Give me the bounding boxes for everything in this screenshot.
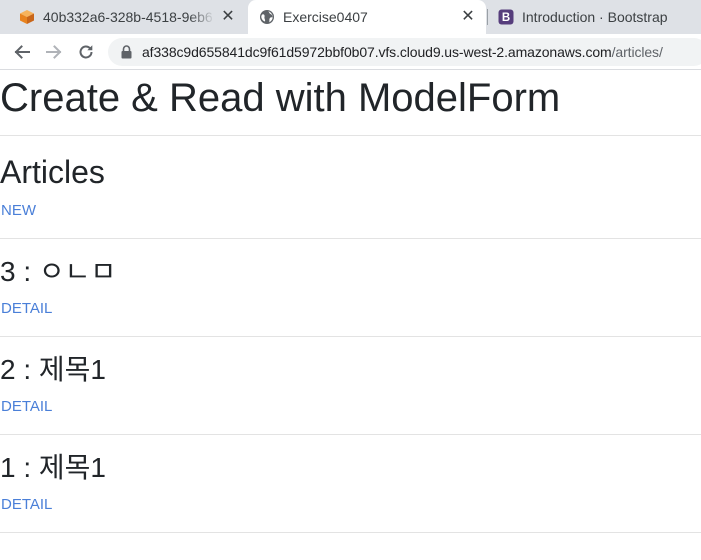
detail-link-2[interactable]: DETAIL [1, 398, 52, 416]
url-text[interactable]: af338c9d655841dc9f61d5972bbf0b07.vfs.clo… [142, 44, 663, 60]
close-icon[interactable]: ✕ [460, 9, 476, 25]
url-path: /articles/ [611, 44, 663, 60]
close-icon[interactable]: ✕ [220, 9, 236, 25]
forward-arrow-icon[interactable] [42, 41, 66, 63]
section-title: Articles [0, 154, 105, 190]
tab-title: Introduction · Bootstrap [522, 9, 668, 25]
lock-icon [120, 45, 132, 59]
tab-title: Exercise0407 [283, 9, 368, 25]
new-article-link[interactable]: NEW [1, 202, 36, 220]
address-bar[interactable]: af338c9d655841dc9f61d5972bbf0b07.vfs.clo… [108, 38, 701, 66]
divider [0, 434, 701, 435]
divider [0, 135, 701, 136]
page-content: Create & Read with ModelForm Articles NE… [0, 70, 701, 560]
detail-link-3[interactable]: DETAIL [1, 300, 52, 318]
url-host: af338c9d655841dc9f61d5972bbf0b07.vfs.clo… [142, 44, 612, 60]
detail-link-1[interactable]: DETAIL [1, 496, 52, 514]
page-title: Create & Read with ModelForm [0, 76, 561, 120]
browser-toolbar: af338c9d655841dc9f61d5972bbf0b07.vfs.clo… [0, 34, 701, 70]
article-title-1: 1 : 제목1 [0, 452, 107, 483]
cube-icon [19, 9, 35, 25]
browser-tab-bootstrap[interactable]: B Introduction · Bootstrap [488, 0, 701, 34]
tab-title: 40b332a6-328b-4518-9eb6 [43, 9, 213, 25]
tab-strip: 40b332a6-328b-4518-9eb6 ✕ Exercise0407 ✕… [0, 0, 701, 34]
divider [0, 336, 701, 337]
divider [0, 532, 701, 533]
article-title-3: 3 : ㅇㄴㅁ [0, 256, 117, 287]
bootstrap-icon: B [498, 9, 514, 25]
divider [0, 238, 701, 239]
globe-icon [259, 9, 275, 25]
article-title-2: 2 : 제목1 [0, 354, 107, 385]
back-arrow-icon[interactable] [10, 41, 34, 63]
bootstrap-letter: B [502, 12, 510, 24]
reload-icon[interactable] [74, 41, 98, 63]
browser-tab-exercise[interactable]: Exercise0407 ✕ [248, 0, 486, 34]
browser-tab-cloud9[interactable]: 40b332a6-328b-4518-9eb6 ✕ [10, 0, 246, 34]
